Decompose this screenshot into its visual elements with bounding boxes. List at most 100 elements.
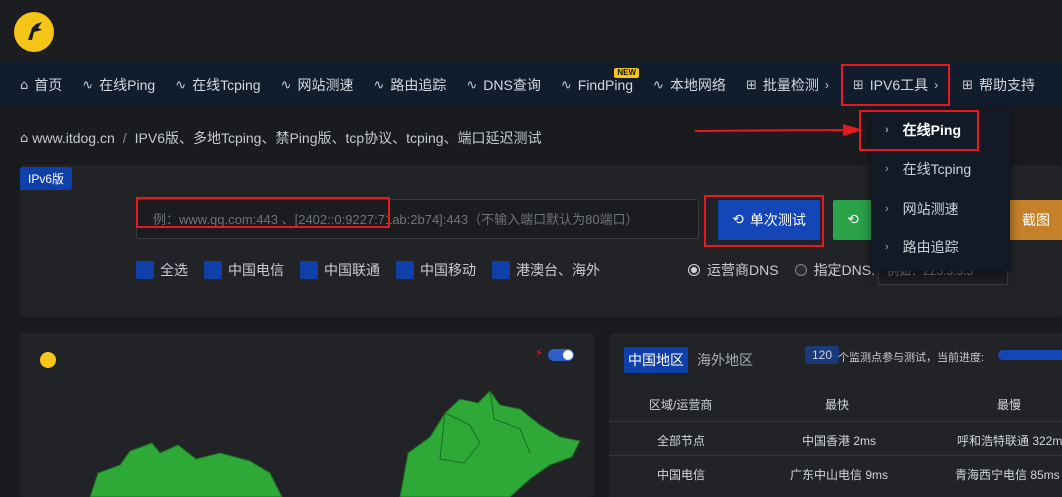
radio-custom-dns[interactable] bbox=[794, 264, 807, 276]
nav-item-speedtest[interactable]: ∿ 网站测速 bbox=[271, 62, 364, 108]
breadcrumb-site[interactable]: www.itdog.cn bbox=[32, 130, 114, 146]
nav-item-ping[interactable]: ∿ 在线Ping bbox=[72, 62, 165, 108]
table-cell: 中国电信 bbox=[657, 468, 706, 482]
tab-overseas[interactable]: 海外地区 bbox=[697, 347, 753, 373]
chevron-right-icon: › bbox=[885, 203, 889, 215]
screenshot-button[interactable]: 截图 bbox=[1008, 200, 1062, 240]
nav-label: 批量检测 bbox=[762, 77, 819, 93]
checkbox-all[interactable]: 全选 bbox=[136, 260, 188, 280]
checkbox-box[interactable] bbox=[300, 261, 318, 279]
single-test-label: 单次测试 bbox=[749, 212, 806, 228]
nav-item-findping[interactable]: ∿ FindPing NEW bbox=[551, 62, 643, 108]
chevron-right-icon: › bbox=[885, 241, 889, 253]
grid-icon: ⊞ bbox=[962, 77, 974, 93]
top-header bbox=[0, 0, 1062, 62]
dropdown-item-traceroute[interactable]: › 路由追踪 bbox=[871, 228, 1010, 266]
target-input[interactable] bbox=[136, 199, 699, 239]
ipv6-tag: IPv6版 bbox=[20, 167, 73, 190]
breadcrumb-separator: / bbox=[122, 130, 127, 146]
checkbox-label: 全选 bbox=[160, 262, 188, 278]
column-header: 最快 bbox=[825, 398, 850, 412]
breadcrumb: ⌂ www.itdog.cn / IPV6版、多地Tcping、禁Ping版、t… bbox=[20, 128, 542, 148]
checkbox-box[interactable] bbox=[396, 261, 414, 279]
table-cell: 中国香港 2ms bbox=[802, 434, 877, 448]
nav-item-batch[interactable]: ⊞ 批量检测 › bbox=[736, 62, 839, 108]
progress-label: 个监测点参与测试，当前进度: bbox=[838, 352, 985, 364]
screenshot-label: 截图 bbox=[1022, 212, 1050, 228]
checkbox-unicom[interactable]: 中国联通 bbox=[300, 260, 380, 280]
nav-item-local-network[interactable]: ∿ 本地网络 bbox=[643, 62, 736, 108]
nav-item-help[interactable]: ⊞ 帮助支持 bbox=[952, 62, 1045, 108]
column-header: 区域/运营商 bbox=[649, 398, 713, 412]
grid-icon: ⊞ bbox=[745, 77, 757, 93]
home-icon: ⌂ bbox=[20, 77, 29, 93]
ipv6-tools-dropdown: › 在线Ping › 在线Tcping › 网站测速 › 路由追踪 bbox=[871, 111, 1010, 271]
nav-item-dns[interactable]: ∿ DNS查询 bbox=[456, 62, 550, 108]
chevron-right-icon: › bbox=[885, 124, 889, 136]
dropdown-label: 路由追踪 bbox=[902, 239, 959, 255]
grid-icon: ⊞ bbox=[852, 77, 864, 93]
table-cell: 呼和浩特联通 322ms bbox=[957, 434, 1062, 448]
table-row: 中国电信 广东中山电信 9ms 青海西宁电信 85ms bbox=[609, 455, 1062, 489]
progress-bar bbox=[998, 350, 1062, 360]
map-logo-icon bbox=[40, 352, 56, 368]
checkbox-label: 中国移动 bbox=[420, 262, 476, 278]
nav-label: 路由追踪 bbox=[390, 77, 447, 93]
dropdown-item-ping[interactable]: › 在线Ping bbox=[871, 111, 1010, 149]
nav-item-home[interactable]: ⌂ 首页 bbox=[0, 62, 72, 108]
dropdown-item-tcping[interactable]: › 在线Tcping bbox=[871, 150, 1010, 188]
nav-label: 帮助支持 bbox=[979, 77, 1036, 93]
refresh-icon: ⟲ bbox=[732, 212, 744, 228]
table-header-row: 区域/运营商 最快 最慢 bbox=[609, 386, 1062, 420]
checkbox-mobile[interactable]: 中国移动 bbox=[396, 260, 476, 280]
home-icon: ⌂ bbox=[20, 130, 29, 146]
nav-item-tcping[interactable]: ∿ 在线Tcping bbox=[165, 62, 270, 108]
dropdown-item-speedtest[interactable]: › 网站测速 bbox=[871, 190, 1010, 228]
dns-options: 运营商DNS 指定DNS: bbox=[688, 260, 875, 280]
site-logo[interactable] bbox=[14, 12, 54, 52]
nav-label: 本地网络 bbox=[669, 77, 726, 93]
checkbox-box[interactable] bbox=[136, 261, 154, 279]
continuous-test-button[interactable]: ⟲ bbox=[833, 200, 873, 240]
chevron-right-icon: › bbox=[885, 163, 889, 175]
checkbox-telecom[interactable]: 中国电信 bbox=[204, 260, 284, 280]
dropdown-label: 在线Tcping bbox=[902, 161, 972, 177]
chevron-right-icon: › bbox=[934, 78, 939, 92]
pulse-icon: ∿ bbox=[373, 77, 385, 93]
single-test-button[interactable]: ⟲ 单次测试 bbox=[718, 200, 820, 240]
breadcrumb-page: IPV6版、多地Tcping、禁Ping版、tcp协议、tcping、端口延迟测… bbox=[134, 130, 542, 146]
pulse-icon: ∿ bbox=[280, 77, 292, 93]
radio-label: 运营商DNS bbox=[707, 262, 779, 278]
chevron-right-icon: › bbox=[824, 78, 829, 92]
table-row: 全部节点 中国香港 2ms 呼和浩特联通 322ms bbox=[609, 421, 1062, 455]
refresh-icon: ⟲ bbox=[847, 212, 859, 228]
checkbox-box[interactable] bbox=[204, 261, 222, 279]
dropdown-label: 网站测速 bbox=[902, 201, 959, 217]
node-count-badge: 120 bbox=[805, 346, 840, 364]
new-badge: NEW bbox=[614, 68, 640, 78]
main-nav: ⌂ 首页 ∿ 在线Ping ∿ 在线Tcping ∿ 网站测速 ∿ 路由追踪 ∿… bbox=[0, 62, 1062, 108]
nav-item-traceroute[interactable]: ∿ 路由追踪 bbox=[363, 62, 456, 108]
map-toggle[interactable] bbox=[548, 349, 574, 361]
pulse-icon: ∿ bbox=[653, 77, 664, 93]
annotation-arrow bbox=[695, 124, 863, 136]
column-header: 最慢 bbox=[997, 398, 1022, 412]
china-map[interactable] bbox=[20, 333, 594, 497]
table-cell: 青海西宁电信 85ms bbox=[955, 468, 1060, 482]
checkbox-box[interactable] bbox=[492, 261, 510, 279]
nav-label: IPV6工具 bbox=[869, 77, 929, 93]
nav-label: DNS查询 bbox=[483, 77, 541, 93]
nav-item-ipv6-tools[interactable]: ⊞ IPV6工具 › bbox=[839, 62, 952, 108]
checkbox-label: 中国联通 bbox=[324, 262, 380, 278]
pulse-icon: ∿ bbox=[82, 77, 94, 93]
nav-label: FindPing bbox=[577, 77, 634, 93]
radio-isp-dns[interactable] bbox=[688, 264, 700, 276]
nav-label: 首页 bbox=[34, 77, 63, 93]
radio-label: 指定DNS: bbox=[813, 262, 876, 278]
pulse-icon: ∿ bbox=[175, 77, 187, 93]
pulse-icon: ∿ bbox=[560, 77, 572, 93]
checkbox-overseas[interactable]: 港澳台、海外 bbox=[492, 260, 600, 280]
tab-china[interactable]: 中国地区 bbox=[624, 347, 688, 373]
isp-filter: 全选 中国电信 中国联通 中国移动 港澳台、海外 bbox=[136, 260, 616, 280]
nav-label: 在线Ping bbox=[99, 77, 156, 93]
